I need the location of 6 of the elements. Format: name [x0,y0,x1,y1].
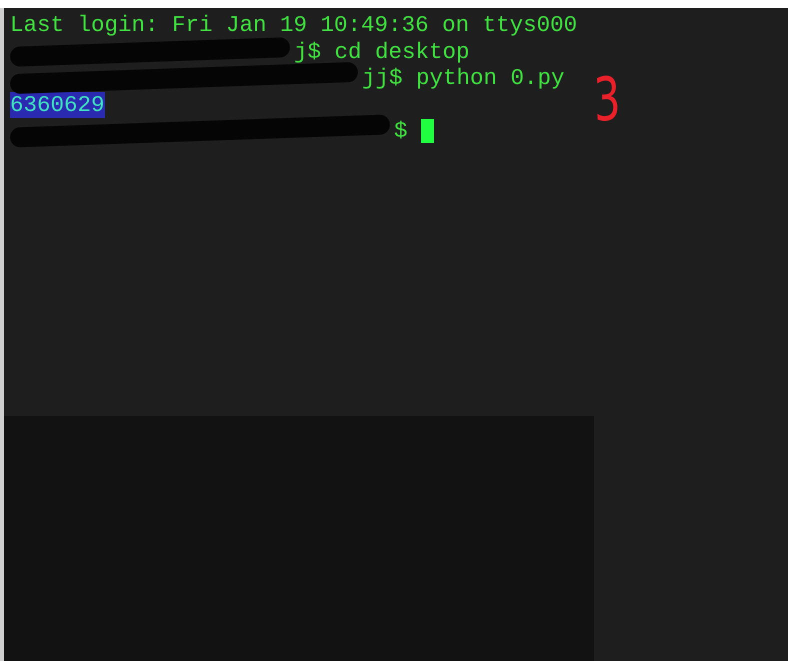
command-line: jj$ python 0.py [362,65,565,92]
command-line: $ [394,118,408,144]
login-message: Last login: Fri Jan 19 10:49:36 on ttys000 [10,12,578,38]
command-line: j$ cd desktop [294,38,470,65]
output-text: 6360629 [10,92,105,118]
handwritten-annotation: 3 [592,69,622,131]
